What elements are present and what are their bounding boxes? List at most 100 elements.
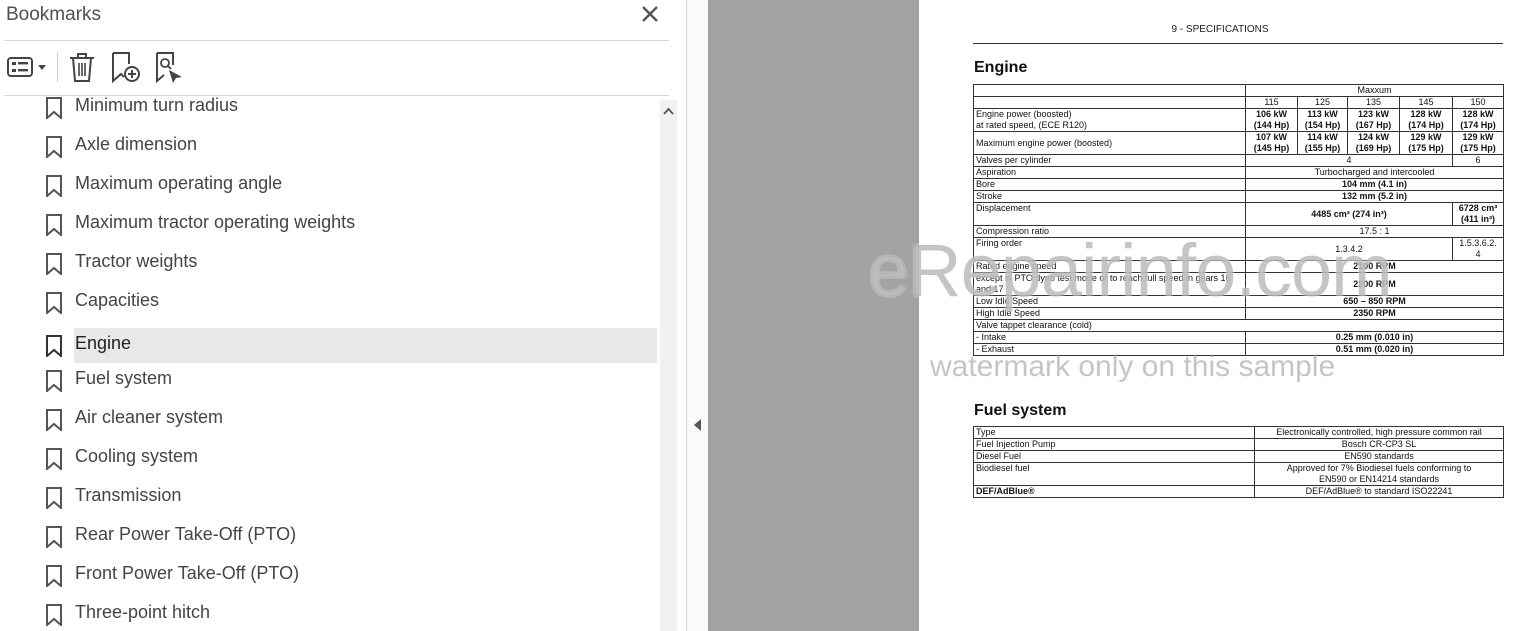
bookmark-icon	[46, 136, 62, 158]
fuel-spec-table: Type Electronically controlled, high pre…	[973, 426, 1504, 498]
table-cell: Firing order	[973, 237, 1246, 261]
selection-highlight	[74, 328, 657, 363]
cell-line: 113 kW	[1307, 109, 1338, 119]
find-bookmark-button[interactable]	[152, 50, 186, 84]
table-cell: High Idle Speed	[973, 307, 1246, 320]
bookmark-item[interactable]: Three-point hitch	[0, 597, 660, 631]
cell-line: 107 kW	[1255, 132, 1288, 142]
table-cell: DEF/AdBlue®	[973, 485, 1255, 498]
table-row: 115 125 135 145 150	[973, 96, 1505, 109]
new-bookmark-button[interactable]	[108, 50, 142, 84]
bookmark-item[interactable]: Axle dimension	[0, 129, 660, 164]
table-cell: 1.5.3.6.2. 4	[1451, 237, 1505, 261]
table-cell: Type	[973, 426, 1255, 439]
cell-line: (154 Hp)	[1304, 120, 1341, 130]
table-cell: Bosch CR-CP3 SL	[1254, 438, 1504, 451]
cell-line: EN590 or EN14214 standards	[1318, 474, 1440, 484]
bookmark-icon	[46, 253, 62, 275]
table-cell: 125	[1297, 96, 1348, 109]
close-panel-button[interactable]	[638, 2, 662, 26]
bookmark-item[interactable]: Front Power Take-Off (PTO)	[0, 558, 660, 593]
bookmark-item[interactable]: Air cleaner system	[0, 402, 660, 437]
bookmark-item[interactable]: Minimum turn radius	[0, 96, 660, 125]
bookmark-icon	[46, 214, 62, 236]
table-cell: 107 kW (145 Hp)	[1245, 131, 1298, 155]
table-row: Firing order 1.3.4.2 1.5.3.6.2. 4	[973, 237, 1505, 261]
delete-bookmark-button[interactable]	[66, 50, 98, 84]
bookmark-icon	[46, 487, 62, 509]
bookmark-item[interactable]: Maximum tractor operating weights	[0, 207, 660, 242]
table-cell: 2200 RPM	[1244, 272, 1505, 296]
header-rule	[973, 43, 1503, 44]
bookmark-label: Maximum tractor operating weights	[75, 212, 356, 232]
bookmark-icon	[46, 335, 62, 357]
table-cell: Rated engine speed	[973, 260, 1246, 273]
table-cell: Maxxum	[1244, 84, 1505, 97]
table-cell: 650 – 850 RPM	[1244, 295, 1505, 308]
document-background	[708, 0, 919, 631]
bookmark-label: Cooling system	[75, 446, 199, 466]
cell-line: 128 kW	[1462, 109, 1494, 119]
table-cell: 1.3.4.2	[1245, 237, 1453, 261]
table-cell: Low Idle Speed	[973, 295, 1246, 308]
bookmark-item-selected[interactable]: Engine	[0, 328, 660, 363]
scrollbar[interactable]	[660, 100, 677, 631]
bookmark-item[interactable]: Tractor weights	[0, 246, 660, 281]
bookmark-item[interactable]: Transmission	[0, 480, 660, 515]
table-cell: Displacement	[973, 202, 1246, 226]
bookmark-item[interactable]: Capacities	[0, 285, 660, 320]
bookmark-icon	[46, 370, 62, 392]
cell-line: 123 kW	[1357, 109, 1390, 119]
collapse-panel-icon[interactable]	[692, 418, 702, 432]
table-cell: Valve tappet clearance (cold)	[972, 319, 1505, 332]
bookmark-item[interactable]: Rear Power Take-Off (PTO)	[0, 519, 660, 554]
table-cell: 106 kW (144 Hp)	[1245, 108, 1298, 132]
scroll-up-button[interactable]	[660, 100, 677, 122]
table-row: Diesel Fuel EN590 standards	[973, 450, 1504, 463]
cell-line: (175 Hp)	[1408, 143, 1444, 153]
table-cell: Compression ratio	[973, 225, 1246, 238]
table-cell	[973, 96, 1246, 109]
table-row: Compression ratio 17.5 : 1	[973, 225, 1505, 238]
close-icon	[642, 6, 658, 22]
bookmark-list: Minimum turn radius Axle dimension Maxim…	[0, 96, 660, 631]
bookmark-item[interactable]: Cooling system	[0, 441, 660, 476]
cell-line: at rated speed, (ECE R120)	[976, 120, 1088, 130]
cell-line: 106 kW	[1255, 109, 1288, 119]
cell-line: 129 kW	[1462, 132, 1494, 142]
bookmark-label: Minimum turn radius	[75, 96, 239, 115]
table-cell: Stroke	[973, 190, 1246, 203]
panel-title: Bookmarks	[6, 4, 102, 25]
table-row: Valves per cylinder 4 6	[973, 154, 1505, 167]
table-cell: 129 kW (175 Hp)	[1399, 131, 1453, 155]
cell-line: 124 kW	[1357, 132, 1390, 142]
table-cell: Turbocharged and intercooled	[1244, 166, 1505, 179]
cell-line: (174 Hp)	[1460, 120, 1496, 130]
bookmark-icon	[46, 604, 62, 626]
cell-line: (169 Hp)	[1355, 143, 1392, 153]
table-cell: 135	[1347, 96, 1400, 109]
cell-line: 1.5.3.6.2.	[1459, 238, 1497, 248]
table-row: Displacement 4485 cm³ (274 in³) 6728 cm³…	[973, 202, 1505, 226]
bookmark-label: Engine	[75, 333, 132, 353]
table-cell: 4485 cm³ (274 in³)	[1245, 202, 1453, 226]
cell-line: 128 kW	[1410, 109, 1442, 119]
table-row: Fuel Injection Pump Bosch CR-CP3 SL	[973, 438, 1504, 451]
panel-splitter[interactable]	[686, 0, 709, 631]
table-cell: DEF/AdBlue® to standard ISO22241	[1254, 485, 1504, 498]
bookmark-label: Rear Power Take-Off (PTO)	[75, 524, 297, 544]
options-menu-button[interactable]	[4, 50, 50, 84]
bookmark-item[interactable]: Maximum operating angle	[0, 168, 660, 203]
table-cell: 115	[1245, 96, 1298, 109]
bookmark-label: Three-point hitch	[75, 602, 211, 622]
cell-line: Engine power (boosted)	[976, 109, 1072, 119]
table-cell	[973, 84, 1246, 97]
table-row: Biodiesel fuel Approved for 7% Biodiesel…	[973, 462, 1504, 486]
bookmark-label: Transmission	[75, 485, 182, 505]
bookmarks-toolbar	[0, 48, 686, 88]
toolbar-separator	[57, 52, 58, 82]
cell-line: (145 Hp)	[1253, 143, 1290, 153]
bookmark-item[interactable]: Fuel system	[0, 363, 660, 398]
table-row: - Intake 0.25 mm (0.010 in)	[973, 331, 1505, 344]
table-row: Bore 104 mm (4.1 in)	[973, 178, 1505, 191]
